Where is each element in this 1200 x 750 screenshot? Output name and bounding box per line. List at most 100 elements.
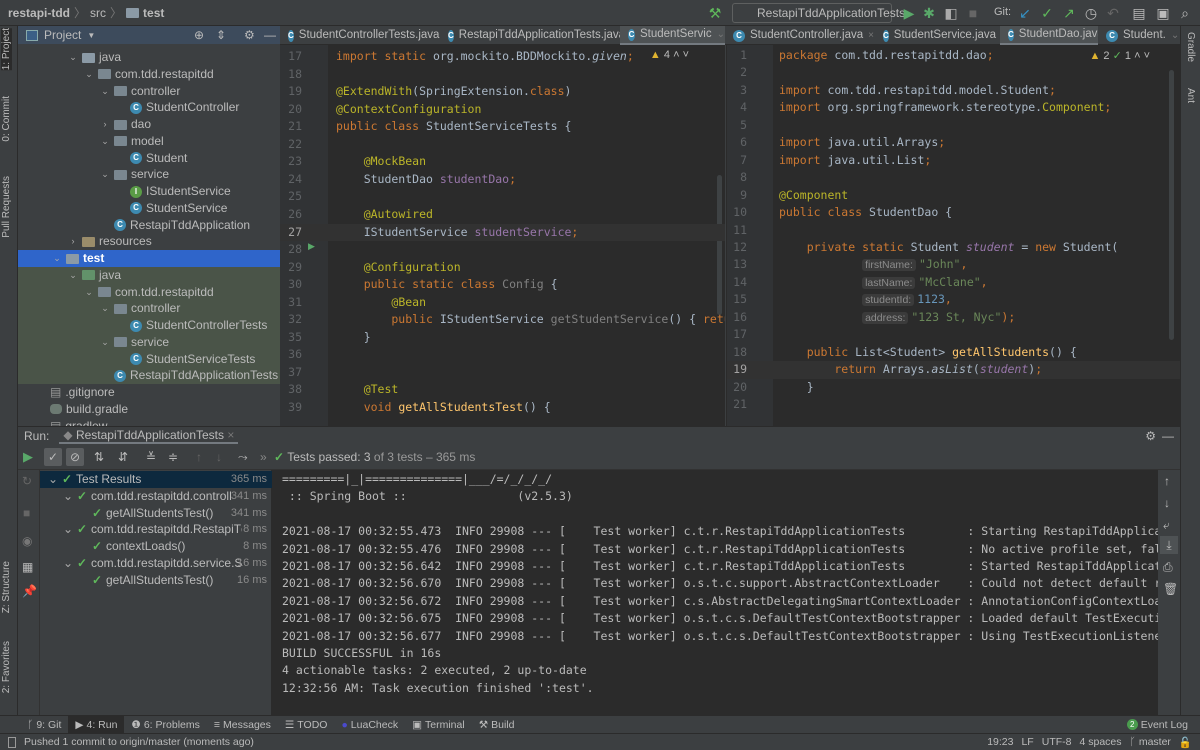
chevron-right-icon[interactable]: › bbox=[68, 233, 78, 250]
test-result-item[interactable]: ⌄✓Test Results365 ms bbox=[40, 471, 272, 488]
expand-all-icon[interactable]: ≚ bbox=[146, 450, 156, 464]
tree-item[interactable]: ›dao bbox=[18, 116, 280, 133]
hide-icon[interactable]: — bbox=[264, 28, 276, 42]
pull-requests-tool-button[interactable]: Pull Requests bbox=[1, 176, 12, 238]
caret-position[interactable]: 19:23 bbox=[987, 736, 1013, 748]
down-arrow-icon[interactable]: ↓ bbox=[1164, 496, 1170, 510]
trash-icon[interactable]: 🗑 bbox=[1163, 582, 1178, 596]
chevron-down-icon[interactable]: ⌄ bbox=[100, 300, 110, 317]
tree-item[interactable]: ⌄java bbox=[18, 49, 280, 66]
code-line[interactable]: 27 IStudentService studentService; bbox=[280, 224, 725, 242]
code-line[interactable]: 6import java.util.Arrays; bbox=[727, 134, 1180, 152]
next-test-icon[interactable]: ↓ bbox=[216, 450, 222, 464]
tool-window-messages[interactable]: ≡Messages bbox=[207, 716, 278, 734]
editor-tab[interactable]: CStudentService.java× bbox=[875, 26, 1000, 45]
editor-tab[interactable]: CStudent.⌄ bbox=[1098, 26, 1180, 45]
code-line[interactable]: 5 bbox=[727, 117, 1180, 135]
code-line[interactable]: 10public class StudentDao { bbox=[727, 204, 1180, 222]
favorites-tool-button[interactable]: 2: Favorites bbox=[1, 641, 12, 693]
run-icon[interactable]: ▶ bbox=[900, 4, 918, 22]
structure-tool-button[interactable]: Z: Structure bbox=[1, 561, 12, 613]
presentation-icon[interactable]: ▣ bbox=[1154, 4, 1172, 22]
tree-item[interactable]: CStudent bbox=[18, 150, 280, 167]
chevron-right-icon[interactable]: › bbox=[100, 116, 110, 133]
code-line[interactable]: 24 StudentDao studentDao; bbox=[280, 171, 725, 189]
collapse-all-icon[interactable]: ≑ bbox=[168, 450, 178, 464]
tree-item[interactable]: ⌄test bbox=[18, 250, 280, 267]
lock-icon[interactable]: 🔓 bbox=[1179, 736, 1192, 749]
hide-icon[interactable]: — bbox=[1162, 429, 1174, 443]
tree-item[interactable]: ⌄service bbox=[18, 166, 280, 183]
scroll-to-end-icon[interactable]: ⤓ bbox=[1160, 536, 1178, 554]
code-line[interactable]: 9@Component bbox=[727, 187, 1180, 205]
up-arrow-icon[interactable]: ↑ bbox=[1164, 474, 1170, 488]
layout-icon[interactable]: ▦ bbox=[22, 560, 33, 574]
commit-tool-button[interactable]: 0: Commit bbox=[1, 96, 12, 142]
code-line[interactable]: 37 bbox=[280, 364, 725, 382]
code-line[interactable]: 23 @MockBean bbox=[280, 153, 725, 171]
project-tool-button[interactable]: 1: Project bbox=[1, 28, 12, 70]
code-line[interactable]: 21 bbox=[727, 396, 1180, 414]
debug-icon[interactable]: ✱ bbox=[920, 4, 938, 22]
tree-item[interactable]: ⌄controller bbox=[18, 83, 280, 100]
code-line[interactable]: 21public class StudentServiceTests { bbox=[280, 118, 725, 136]
code-line[interactable]: 18 public List<Student> getAllStudents()… bbox=[727, 344, 1180, 362]
sort-alpha-icon[interactable]: ⇅ bbox=[94, 450, 104, 464]
code-line[interactable]: 3import com.tdd.restapitdd.model.Student… bbox=[727, 82, 1180, 100]
tree-item[interactable]: ▤.gitignore bbox=[18, 384, 280, 401]
close-icon[interactable]: × bbox=[868, 26, 874, 45]
code-line[interactable]: 22 bbox=[280, 136, 725, 154]
tree-item[interactable]: ⌄service bbox=[18, 334, 280, 351]
chevron-down-icon[interactable]: ⌄ bbox=[48, 471, 58, 488]
code-line[interactable]: 8 bbox=[727, 169, 1180, 187]
chevron-down-icon[interactable]: ⌄ bbox=[100, 334, 110, 351]
chevron-down-icon[interactable]: ⌄ bbox=[84, 66, 94, 83]
project-structure-icon[interactable]: ▤ bbox=[1130, 4, 1148, 22]
git-branch[interactable]: master bbox=[1139, 736, 1171, 748]
stop-icon[interactable]: ■ bbox=[964, 4, 982, 22]
code-line[interactable]: 15 studentId:1123, bbox=[727, 291, 1180, 309]
test-result-item[interactable]: ⌄✓com.tdd.restapitdd.controll341 ms bbox=[40, 488, 272, 505]
ant-tool-button[interactable]: Ant bbox=[1185, 88, 1196, 103]
chevron-down-icon[interactable]: ⌄ bbox=[717, 26, 725, 44]
search-icon[interactable]: ⌕ bbox=[1176, 4, 1194, 22]
tool-window-git[interactable]: ᚴ9: Git bbox=[20, 716, 68, 734]
editor-tab[interactable]: CStudentController.java× bbox=[725, 26, 875, 45]
code-line[interactable]: 11 bbox=[727, 222, 1180, 240]
tree-item[interactable]: ›resources bbox=[18, 233, 280, 250]
gear-icon[interactable]: ⚙ bbox=[1145, 429, 1156, 443]
tree-item[interactable]: ⌄com.tdd.restapitdd bbox=[18, 284, 280, 301]
chevron-down-icon[interactable]: ⌄ bbox=[63, 555, 73, 572]
pin-icon[interactable]: 📌 bbox=[22, 584, 37, 598]
test-result-item[interactable]: ⌄✓com.tdd.restapitdd.service.S16 ms bbox=[40, 555, 272, 572]
line-separator[interactable]: LF bbox=[1021, 736, 1033, 748]
chevron-down-icon[interactable]: ⌄ bbox=[84, 284, 94, 301]
print-icon[interactable]: ⎙ bbox=[1163, 560, 1173, 575]
tree-item[interactable]: ⌄controller bbox=[18, 300, 280, 317]
view-icon[interactable]: ◉ bbox=[22, 534, 32, 548]
editor-student-service-tests[interactable]: ▲ 4 ˄ ˅ 17import static org.mockito.BDDM… bbox=[280, 45, 725, 426]
editor-tab[interactable]: CStudentControllerTests.java× bbox=[280, 26, 440, 45]
breadcrumb-src[interactable]: src bbox=[90, 6, 106, 20]
indent-setting[interactable]: 4 spaces bbox=[1079, 736, 1121, 748]
chevron-down-icon[interactable]: ⌄ bbox=[52, 250, 62, 267]
code-line[interactable]: 18 bbox=[280, 66, 725, 84]
code-line[interactable]: 2 bbox=[727, 64, 1180, 82]
code-line[interactable]: 35 } bbox=[280, 329, 725, 347]
code-line[interactable]: 17import static org.mockito.BDDMockito.g… bbox=[280, 48, 725, 66]
code-line[interactable]: 39 void getAllStudentsTest() { bbox=[280, 399, 725, 417]
editor-tab[interactable]: CRestapiTddApplicationTests.java× bbox=[440, 26, 620, 45]
code-line[interactable]: 20 } bbox=[727, 379, 1180, 397]
test-result-item[interactable]: ✓getAllStudentsTest()341 ms bbox=[40, 505, 272, 522]
gradle-tool-button[interactable]: Gradle bbox=[1185, 32, 1196, 62]
git-update-icon[interactable]: ↙ bbox=[1016, 4, 1034, 22]
code-line[interactable]: 32 public IStudentService getStudentServ… bbox=[280, 311, 725, 329]
breadcrumb-project[interactable]: restapi-tdd bbox=[8, 6, 70, 20]
chevron-down-icon[interactable]: ⌄ bbox=[63, 488, 73, 505]
tree-item[interactable]: ⌄com.tdd.restapitdd bbox=[18, 66, 280, 83]
sort-duration-icon[interactable]: ⇵ bbox=[118, 450, 128, 464]
code-line[interactable]: 25 bbox=[280, 188, 725, 206]
test-result-item[interactable]: ⌄✓com.tdd.restapitdd.RestapiTd8 ms bbox=[40, 521, 272, 538]
code-line[interactable]: 20@ContextConfiguration bbox=[280, 101, 725, 119]
code-line[interactable]: 16 address:"123 St, Nyc"); bbox=[727, 309, 1180, 327]
